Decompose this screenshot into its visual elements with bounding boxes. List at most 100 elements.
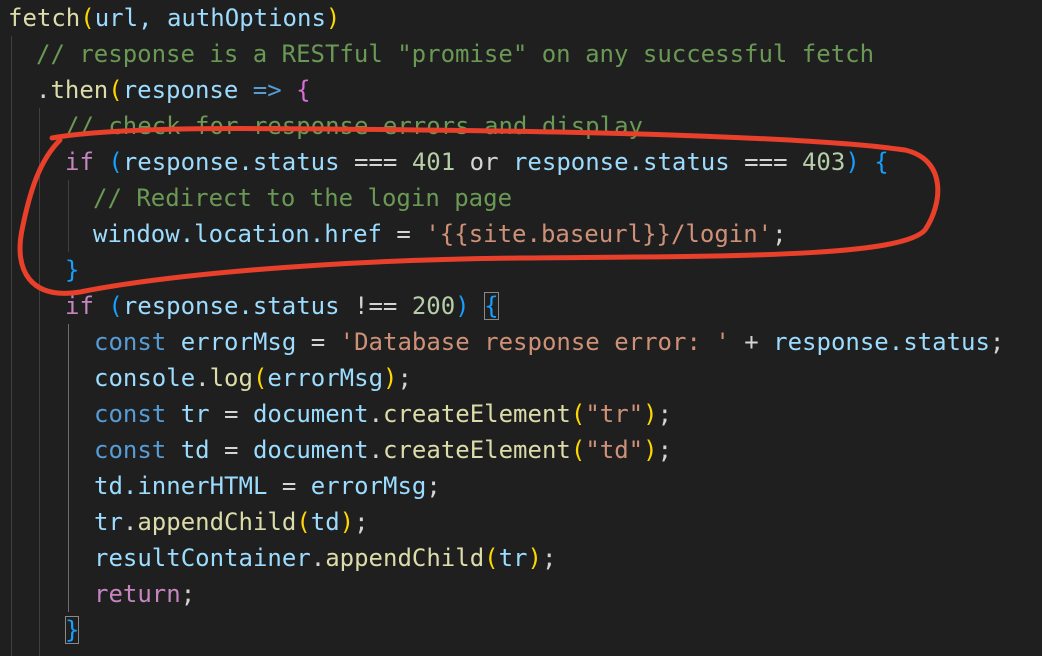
- semicolon: ;: [657, 400, 673, 428]
- response-status: response.status: [122, 148, 340, 176]
- code-line-9[interactable]: if (response.status !== 200) {: [65, 288, 499, 324]
- paren: ): [527, 544, 542, 572]
- const-keyword: const: [94, 328, 167, 356]
- semicolon: ;: [397, 364, 412, 392]
- code-line-6[interactable]: // Redirect to the login page: [93, 180, 512, 216]
- response-status: response.status: [512, 148, 730, 176]
- fetch-args: url, authOptions: [94, 4, 326, 32]
- fetch-function: fetch: [8, 4, 81, 32]
- paren: ): [339, 508, 355, 536]
- code-line-3[interactable]: .then(response => {: [36, 72, 311, 108]
- response-param: response: [122, 76, 239, 104]
- document-object: document: [252, 400, 369, 428]
- string-literal: 'Database response error: ': [339, 328, 730, 356]
- response-status: response.status: [122, 292, 340, 320]
- comment: // Redirect to the login page: [93, 184, 513, 212]
- dot: .: [368, 436, 384, 464]
- semicolon: ;: [541, 544, 557, 572]
- log-method: log: [209, 364, 253, 392]
- code-line-16[interactable]: resultContainer.appendChild(tr);: [94, 540, 556, 576]
- console-object: console: [94, 364, 196, 392]
- const-keyword: const: [94, 400, 167, 428]
- operator: ===: [339, 148, 412, 176]
- paren: (: [108, 148, 123, 176]
- create-element-method: createElement: [383, 436, 571, 464]
- code-line-18[interactable]: }: [65, 612, 80, 648]
- operator: !==: [339, 292, 412, 320]
- td-inner-html: td.innerHTML: [94, 472, 268, 500]
- code-line-13[interactable]: const td = document.createElement("td");: [94, 432, 672, 468]
- create-element-method: createElement: [383, 400, 571, 428]
- semicolon: ;: [657, 436, 673, 464]
- semicolon: ;: [989, 328, 1005, 356]
- if-keyword: if: [65, 292, 94, 320]
- response-status: response.status: [773, 328, 990, 356]
- code-line-4[interactable]: // check for response errors and display: [65, 108, 643, 144]
- or-operator: or: [455, 148, 513, 176]
- code-line-7[interactable]: window.location.href = '{{site.baseurl}}…: [93, 216, 787, 252]
- paren: ): [383, 364, 398, 392]
- brace: }: [65, 256, 80, 284]
- string-literal: "td": [585, 436, 644, 464]
- number: 200: [411, 292, 456, 320]
- code-line-14[interactable]: td.innerHTML = errorMsg;: [94, 468, 441, 504]
- code-line-12[interactable]: const tr = document.createElement("tr");: [94, 396, 672, 432]
- brace: {: [874, 148, 889, 176]
- dot: .: [368, 400, 384, 428]
- append-child-method: appendChild: [325, 544, 485, 572]
- semicolon: ;: [426, 472, 441, 500]
- paren: (: [108, 292, 123, 320]
- code-line-1[interactable]: fetch(url, authOptions): [8, 0, 340, 36]
- code-line-8[interactable]: }: [65, 252, 79, 288]
- operator: =: [267, 472, 311, 500]
- operator: =: [381, 220, 426, 248]
- paren: ): [643, 436, 658, 464]
- if-keyword: if: [65, 148, 94, 176]
- paren: ): [455, 292, 470, 320]
- code-line-10[interactable]: const errorMsg = 'Database response erro…: [94, 324, 1004, 360]
- operator: =: [209, 400, 253, 428]
- operator: +: [729, 328, 774, 356]
- code-line-17[interactable]: return;: [94, 576, 195, 612]
- arrow: =>: [238, 76, 297, 104]
- paren: (: [570, 400, 586, 428]
- semicolon: ;: [772, 220, 787, 248]
- dot: .: [310, 544, 326, 572]
- variable-name: td: [180, 436, 210, 464]
- number: 401: [411, 148, 456, 176]
- variable-name: tr: [180, 400, 210, 428]
- dot: .: [195, 364, 210, 392]
- return-keyword: return: [94, 580, 181, 608]
- number: 403: [801, 148, 846, 176]
- dot: .: [36, 76, 51, 104]
- indent-guide-active: [68, 324, 69, 612]
- tr-object: tr: [94, 508, 123, 536]
- matched-brace: {: [484, 292, 499, 320]
- const-keyword: const: [94, 436, 167, 464]
- operator: =: [209, 436, 253, 464]
- string-literal: '{{site.baseurl}}/login': [425, 220, 773, 248]
- window-location-href: window.location.href: [93, 220, 382, 248]
- code-line-5[interactable]: if (response.status === 401 or response.…: [65, 144, 889, 180]
- code-line-11[interactable]: console.log(errorMsg);: [94, 360, 412, 396]
- string-literal: "tr": [585, 400, 644, 428]
- code-editor[interactable]: fetch(url, authOptions) // response is a…: [0, 0, 1042, 656]
- dot: .: [122, 508, 138, 536]
- code-line-15[interactable]: tr.appendChild(td);: [94, 504, 369, 540]
- paren: ): [643, 400, 658, 428]
- document-object: document: [252, 436, 369, 464]
- code-line-2[interactable]: // response is a RESTful "promise" on an…: [36, 36, 874, 72]
- paren: (: [80, 4, 95, 32]
- argument: tr: [498, 544, 528, 572]
- operator: =: [296, 328, 340, 356]
- variable-name: errorMsg: [180, 328, 297, 356]
- indent-guide: [68, 180, 69, 252]
- paren: (: [252, 364, 268, 392]
- semicolon: ;: [354, 508, 369, 536]
